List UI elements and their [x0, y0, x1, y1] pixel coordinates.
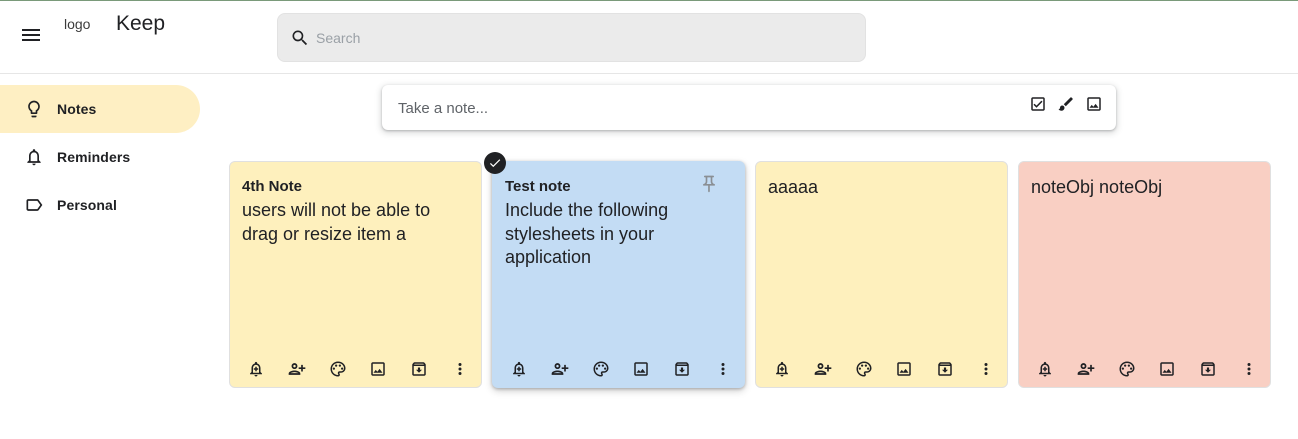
- image-icon[interactable]: [630, 358, 652, 380]
- image-icon[interactable]: [893, 358, 915, 380]
- app-header: logo Keep: [0, 1, 1298, 74]
- archive-icon[interactable]: [408, 358, 430, 380]
- new-list-checkbox-icon[interactable]: [1028, 94, 1048, 114]
- more-vert-icon[interactable]: [975, 358, 997, 380]
- image-icon[interactable]: [1084, 94, 1104, 114]
- collaborator-icon[interactable]: [286, 358, 308, 380]
- more-vert-icon[interactable]: [712, 358, 734, 380]
- note-toolbar: [768, 358, 1000, 380]
- label-icon: [24, 195, 44, 215]
- logo-image-alt: logo: [64, 16, 91, 32]
- note-card[interactable]: 4th Note users will not be able to drag …: [229, 161, 482, 388]
- take-note-input[interactable]: [398, 95, 998, 121]
- sidebar-item-personal[interactable]: Personal: [0, 181, 200, 229]
- sidebar-item-notes[interactable]: Notes: [0, 85, 200, 133]
- image-icon[interactable]: [1156, 358, 1178, 380]
- add-reminder-icon[interactable]: [508, 358, 530, 380]
- brush-icon[interactable]: [1056, 94, 1076, 114]
- note-card[interactable]: noteObj noteObj: [1018, 161, 1271, 388]
- note-toolbar: [242, 358, 474, 380]
- archive-icon[interactable]: [671, 358, 693, 380]
- note-body: noteObj noteObj: [1031, 177, 1163, 197]
- add-reminder-icon[interactable]: [1034, 358, 1056, 380]
- app-title: Keep: [116, 12, 166, 35]
- archive-icon[interactable]: [1197, 358, 1219, 380]
- more-vert-icon[interactable]: [1238, 358, 1260, 380]
- note-toolbar: [505, 358, 737, 380]
- search-input[interactable]: [316, 24, 846, 52]
- sidebar-item-label: Personal: [57, 197, 117, 213]
- collaborator-icon[interactable]: [812, 358, 834, 380]
- note-body: Include the following stylesheets in you…: [505, 200, 669, 267]
- archive-icon[interactable]: [934, 358, 956, 380]
- sidebar-item-label: Notes: [57, 101, 97, 117]
- note-body: aaaaa: [768, 177, 819, 197]
- note-body: users will not be able to drag or resize…: [242, 200, 431, 244]
- image-icon[interactable]: [367, 358, 389, 380]
- add-reminder-icon[interactable]: [245, 358, 267, 380]
- search-bar[interactable]: [277, 13, 866, 62]
- palette-icon[interactable]: [853, 358, 875, 380]
- lightbulb-icon: [24, 99, 44, 119]
- collaborator-icon[interactable]: [549, 358, 571, 380]
- note-title: 4th Note: [242, 178, 302, 195]
- sidebar-item-label: Reminders: [57, 149, 131, 165]
- collaborator-icon[interactable]: [1075, 358, 1097, 380]
- more-vert-icon[interactable]: [449, 358, 471, 380]
- note-card[interactable]: Test note Include the following styleshe…: [492, 161, 745, 388]
- select-check-icon[interactable]: [484, 152, 506, 174]
- note-title: Test note: [505, 178, 571, 195]
- search-icon: [292, 30, 308, 46]
- take-note-composer[interactable]: [382, 85, 1116, 130]
- palette-icon[interactable]: [327, 358, 349, 380]
- bell-icon: [24, 147, 44, 167]
- sidebar-item-reminders[interactable]: Reminders: [0, 133, 200, 181]
- palette-icon[interactable]: [1116, 358, 1138, 380]
- add-reminder-icon[interactable]: [771, 358, 793, 380]
- sidebar: Notes Reminders Personal: [0, 85, 210, 229]
- note-card[interactable]: aaaaa: [755, 161, 1008, 388]
- main-menu-button[interactable]: [14, 17, 50, 53]
- note-toolbar: [1031, 358, 1263, 380]
- hamburger-menu-icon: [22, 29, 40, 41]
- palette-icon[interactable]: [590, 358, 612, 380]
- pin-icon[interactable]: [697, 172, 721, 196]
